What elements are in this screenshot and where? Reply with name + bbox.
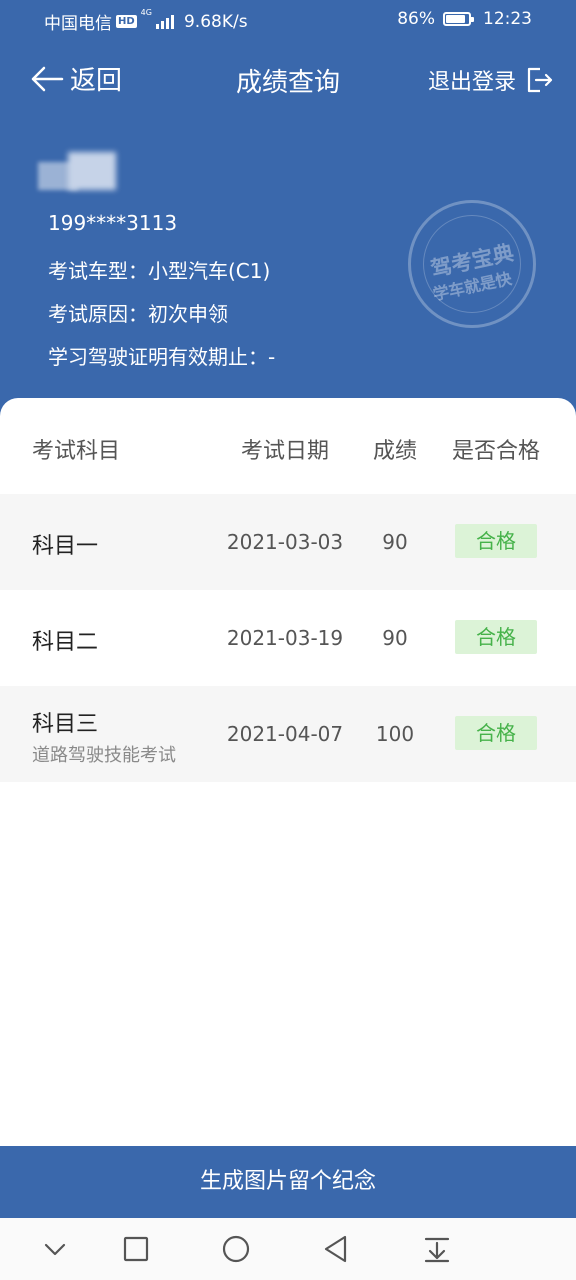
pass-badge: 合格 (455, 524, 537, 558)
row-date: 2021-03-03 (226, 530, 344, 554)
network-speed: 9.68K/s (183, 11, 248, 32)
row-score: 90 (382, 530, 408, 554)
app-header: 返回 成绩查询 退出登录 (0, 50, 576, 106)
avatar (38, 152, 116, 194)
row-subject: 科目二 (32, 630, 99, 655)
header-pass: 是否合格 (451, 439, 540, 464)
hd-icon: HD (116, 15, 137, 28)
carrier-label: 中国电信 (44, 14, 112, 34)
row-subject: 科目三 (32, 712, 99, 737)
back-nav-icon[interactable] (321, 1234, 351, 1264)
signal-icon (155, 14, 174, 29)
battery-icon (443, 12, 474, 26)
header-date: 考试日期 (240, 439, 329, 464)
generate-image-button[interactable]: 生成图片留个纪念 (0, 1146, 576, 1218)
home-icon[interactable] (221, 1234, 251, 1264)
row-score: 90 (382, 626, 408, 650)
row-subject-note: 道路驾驶技能考试 (32, 745, 176, 766)
system-nav-bar (0, 1218, 576, 1280)
chevron-down-icon[interactable] (40, 1234, 70, 1264)
logout-button[interactable]: 退出登录 (428, 64, 554, 96)
watermark-stamp: 驾考宝典 学车就是快 (408, 200, 536, 328)
table-row: 科目三 道路驾驶技能考试 2021-04-07 100 合格 (0, 686, 576, 782)
table-header: 考试科目 考试日期 成绩 是否合格 (0, 398, 576, 494)
permit-validity: 学习驾驶证明有效期止：- (48, 345, 276, 369)
logout-label: 退出登录 (427, 70, 516, 95)
row-date: 2021-03-19 (226, 626, 344, 650)
recent-apps-icon[interactable] (121, 1234, 151, 1264)
pass-badge: 合格 (455, 716, 537, 750)
table-row: 科目一 2021-03-03 90 合格 (0, 494, 576, 590)
user-phone: 199****3113 (48, 211, 178, 235)
row-date: 2021-04-07 (226, 722, 344, 746)
pass-badge: 合格 (455, 620, 537, 654)
logout-icon (527, 67, 553, 93)
notification-pull-icon[interactable] (422, 1234, 452, 1264)
vehicle-type: 考试车型：小型汽车(C1) (48, 259, 271, 283)
network-type: 4G (140, 8, 152, 17)
row-score: 100 (375, 722, 415, 746)
status-bar: 中国电信 HD 4G 9.68K/s 86% 12:23 (0, 0, 576, 40)
battery-percent: 86% (397, 9, 435, 29)
exam-reason: 考试原因：初次申领 (48, 302, 228, 326)
results-card: 考试科目 考试日期 成绩 是否合格 科目一 2021-03-03 90 合格 科… (0, 398, 576, 1144)
header-subject: 考试科目 (32, 439, 121, 464)
header-score: 成绩 (372, 439, 417, 464)
clock: 12:23 (483, 9, 532, 29)
row-subject: 科目一 (32, 534, 99, 559)
table-row: 科目二 2021-03-19 90 合格 (0, 590, 576, 686)
